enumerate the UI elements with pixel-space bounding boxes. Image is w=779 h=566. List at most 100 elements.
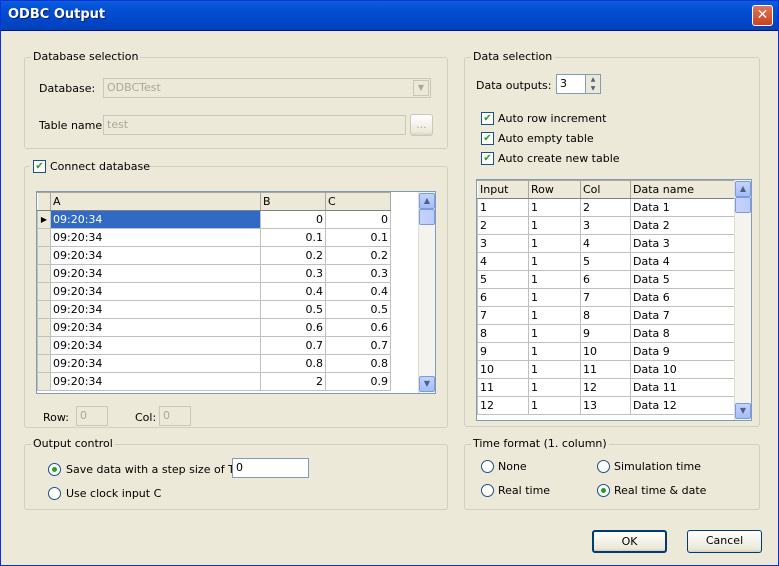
table-cell[interactable]: 10	[477, 360, 529, 379]
table-row[interactable]: 1 1 2 Data 1	[477, 198, 735, 217]
triangle-down-icon[interactable]: ▼	[586, 84, 600, 93]
table-cell[interactable]: 1	[528, 306, 581, 325]
clock-input-radio[interactable]	[48, 487, 61, 500]
table-row[interactable]: 09:20:34 0.8 0.8	[37, 354, 391, 373]
data-selection-grid[interactable]: Input Row Col Data name 1 1 2 Data 1 2 1 3 Data…	[476, 179, 752, 421]
table-cell[interactable]: 0.7	[325, 336, 391, 355]
table-cell[interactable]: Data 3	[630, 234, 735, 253]
table-cell[interactable]: 1	[528, 234, 581, 253]
table-cell[interactable]: 4	[580, 234, 631, 253]
table-cell[interactable]: 1	[528, 396, 581, 415]
table-row[interactable]: 7 1 8 Data 7	[477, 306, 735, 325]
table-cell[interactable]: Data 11	[630, 378, 735, 397]
column-header[interactable]: C	[325, 192, 391, 211]
table-cell[interactable]: 0.8	[325, 354, 391, 373]
title-bar[interactable]: ODBC Output ✕	[1, 1, 778, 31]
table-row[interactable]: 3 1 4 Data 3	[477, 234, 735, 253]
step-size-field[interactable]: 0	[232, 458, 309, 478]
table-row[interactable]: 09:20:34 0.5 0.5	[37, 300, 391, 319]
table-row[interactable]: 12 1 13 Data 12	[477, 396, 735, 415]
table-cell[interactable]: 8	[477, 324, 529, 343]
auto-row-increment-checkbox[interactable]: ✔	[481, 112, 494, 125]
database-grid[interactable]: A B C ▶ 09:20:34 0 0 09:20:34 0.1 0.1 09:20:34 0…	[36, 191, 436, 394]
table-row[interactable]: 2 1 3 Data 2	[477, 216, 735, 235]
row-selector[interactable]	[37, 354, 51, 373]
table-cell[interactable]: 8	[580, 306, 631, 325]
auto-empty-table-checkbox[interactable]: ✔	[481, 132, 494, 145]
row-selector[interactable]	[37, 282, 51, 301]
table-cell[interactable]: 7	[477, 306, 529, 325]
table-cell[interactable]: 3	[580, 216, 631, 235]
chevron-down-icon[interactable]: ▼	[413, 80, 429, 96]
row-selector[interactable]	[37, 228, 51, 247]
ok-button[interactable]: OK	[592, 530, 667, 553]
table-cell[interactable]: 5	[580, 252, 631, 271]
table-row[interactable]: 09:20:34 0.6 0.6	[37, 318, 391, 337]
arrow-up-icon[interactable]: ▲	[419, 193, 435, 209]
table-cell[interactable]: Data 10	[630, 360, 735, 379]
arrow-up-icon[interactable]: ▲	[735, 181, 751, 197]
arrow-down-icon[interactable]: ▼	[735, 403, 751, 419]
table-cell[interactable]: 6	[477, 288, 529, 307]
row-selector[interactable]	[37, 318, 51, 337]
table-cell[interactable]: 0.1	[325, 228, 391, 247]
table-cell[interactable]: 4	[477, 252, 529, 271]
auto-create-table-checkbox[interactable]: ✔	[481, 152, 494, 165]
triangle-up-icon[interactable]: ▲	[586, 75, 600, 84]
table-cell[interactable]: 09:20:34	[50, 354, 261, 373]
table-cell[interactable]: 09:20:34	[50, 246, 261, 265]
table-cell[interactable]: 0.8	[260, 354, 326, 373]
table-cell[interactable]: 0.9	[325, 372, 391, 391]
table-cell[interactable]: 6	[580, 270, 631, 289]
table-cell[interactable]: 0	[260, 210, 326, 229]
table-cell[interactable]: 5	[477, 270, 529, 289]
row-selector[interactable]	[37, 246, 51, 265]
table-cell[interactable]: 1	[528, 270, 581, 289]
data-outputs-field[interactable]: 3	[556, 74, 586, 94]
time-simulation-radio[interactable]	[597, 460, 610, 473]
connect-database-checkbox[interactable]: ✔	[33, 160, 46, 173]
table-cell[interactable]: 0.5	[325, 300, 391, 319]
table-row[interactable]: 09:20:34 0.2 0.2	[37, 246, 391, 265]
table-cell[interactable]: Data 1	[630, 198, 735, 217]
table-cell[interactable]: 0	[325, 210, 391, 229]
data-selection-scrollbar[interactable]: ▲ ▼	[734, 180, 751, 420]
table-cell[interactable]: Data 6	[630, 288, 735, 307]
step-size-radio[interactable]	[48, 463, 61, 476]
table-cell[interactable]: 0.4	[325, 282, 391, 301]
table-row[interactable]: 4 1 5 Data 4	[477, 252, 735, 271]
table-cell[interactable]: 2	[260, 372, 326, 391]
table-row[interactable]: 5 1 6 Data 5	[477, 270, 735, 289]
table-cell[interactable]: 09:20:34	[50, 336, 261, 355]
table-cell[interactable]: 0.3	[260, 264, 326, 283]
row-selector[interactable]	[37, 372, 51, 391]
table-cell[interactable]: 09:20:34	[50, 210, 261, 229]
table-row[interactable]: 09:20:34 2 0.9	[37, 372, 391, 391]
table-row[interactable]: 8 1 9 Data 8	[477, 324, 735, 343]
table-row[interactable]: ▶ 09:20:34 0 0	[37, 210, 391, 229]
table-cell[interactable]: 09:20:34	[50, 372, 261, 391]
table-cell[interactable]: 0.6	[260, 318, 326, 337]
row-selector[interactable]: ▶	[37, 210, 51, 229]
table-cell[interactable]: 13	[580, 396, 631, 415]
table-cell[interactable]: 09:20:34	[50, 318, 261, 337]
table-cell[interactable]: 0.3	[325, 264, 391, 283]
table-cell[interactable]: Data 2	[630, 216, 735, 235]
table-cell[interactable]: 1	[477, 198, 529, 217]
table-cell[interactable]: 09:20:34	[50, 228, 261, 247]
column-header[interactable]: Input	[477, 180, 529, 199]
browse-table-button[interactable]: ...	[410, 114, 433, 136]
table-cell[interactable]: 7	[580, 288, 631, 307]
column-header[interactable]: Row	[528, 180, 581, 199]
row-selector[interactable]	[37, 264, 51, 283]
table-cell[interactable]: 0.2	[325, 246, 391, 265]
table-row[interactable]: 09:20:34 0.1 0.1	[37, 228, 391, 247]
table-cell[interactable]: Data 8	[630, 324, 735, 343]
table-cell[interactable]: 0.7	[260, 336, 326, 355]
table-cell[interactable]: 11	[477, 378, 529, 397]
table-row[interactable]: 09:20:34 0.4 0.4	[37, 282, 391, 301]
table-cell[interactable]: Data 5	[630, 270, 735, 289]
column-header[interactable]: Col	[580, 180, 631, 199]
table-cell[interactable]: Data 12	[630, 396, 735, 415]
table-cell[interactable]: 0.2	[260, 246, 326, 265]
